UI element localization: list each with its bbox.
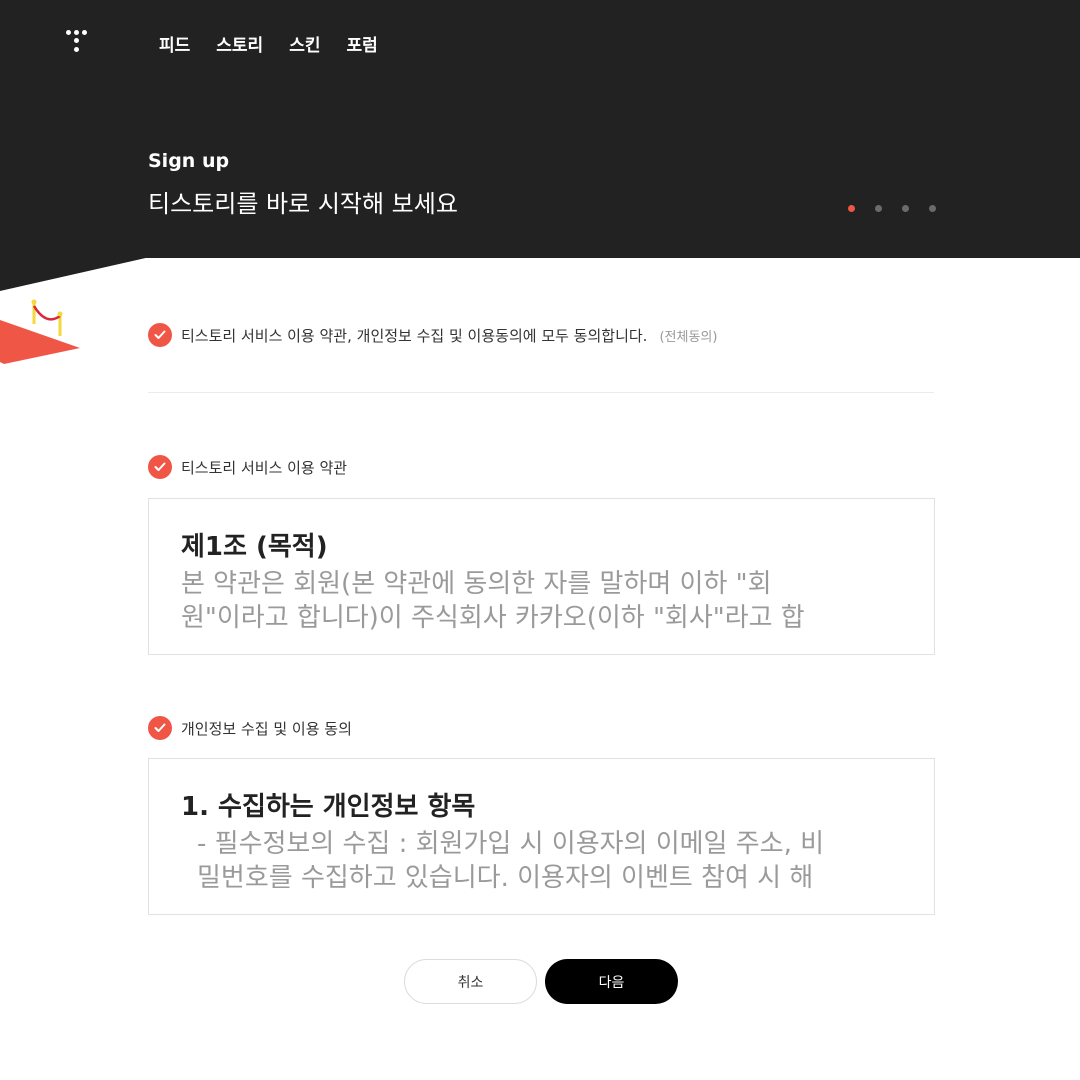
privacy-agree-row[interactable]: 개인정보 수집 및 이용 동의 (148, 716, 352, 740)
signup-header: 피드 스토리 스킨 포럼 Sign up 티스토리를 바로 시작해 보세요 (0, 0, 1080, 258)
step-dot-2 (875, 205, 882, 212)
terms-label: 티스토리 서비스 이용 약관 (181, 458, 348, 477)
privacy-label: 개인정보 수집 및 이용 동의 (181, 719, 352, 738)
step-dot-4 (929, 205, 936, 212)
terms-line: 원"이라고 합니다)이 주식회사 카카오(이하 "회사"라고 합 (181, 603, 805, 633)
privacy-checkbox[interactable] (148, 716, 172, 740)
nav-item-forum[interactable]: 포럼 (346, 31, 377, 56)
divider (148, 392, 934, 393)
check-icon (154, 723, 166, 732)
cancel-button[interactable]: 취소 (404, 959, 537, 1004)
privacy-line: - 필수정보의 수집 : 회원가입 시 이용자의 이메일 주소, 비 (197, 829, 825, 859)
nav-item-story[interactable]: 스토리 (216, 31, 263, 56)
terms-textbox[interactable]: 제1조 (목적) 본 약관은 회원(본 약관에 동의한 자를 말하며 이하 "회… (148, 498, 935, 655)
step-dot-1 (848, 205, 855, 212)
page-subtitle: Sign up (148, 150, 230, 172)
next-button[interactable]: 다음 (545, 959, 678, 1004)
terms-line: 본 약관은 회원(본 약관에 동의한 자를 말하며 이하 "회 (181, 569, 772, 599)
privacy-heading: 1. 수집하는 개인정보 항목 (181, 792, 476, 822)
check-icon (154, 330, 166, 339)
nav-item-skin[interactable]: 스킨 (289, 31, 320, 56)
nav-item-feed[interactable]: 피드 (159, 31, 190, 56)
agree-all-hint: (전체동의) (659, 329, 718, 345)
red-carpet-illustration (0, 299, 80, 364)
check-icon (154, 462, 166, 471)
step-indicator (848, 205, 936, 212)
header-slope-decoration (0, 257, 150, 291)
terms-checkbox[interactable] (148, 455, 172, 479)
agree-all-checkbox[interactable] (148, 323, 172, 347)
terms-agree-row[interactable]: 티스토리 서비스 이용 약관 (148, 455, 347, 479)
agree-all-row[interactable]: 티스토리 서비스 이용 약관, 개인정보 수집 및 이용동의에 모두 동의합니다… (148, 323, 717, 347)
step-dot-3 (902, 205, 909, 212)
privacy-textbox[interactable]: 1. 수집하는 개인정보 항목 - 필수정보의 수집 : 회원가입 시 이용자의… (148, 758, 935, 915)
page-title: 티스토리를 바로 시작해 보세요 (148, 190, 458, 218)
main-nav: 피드 스토리 스킨 포럼 (159, 31, 378, 56)
agree-all-label: 티스토리 서비스 이용 약관, 개인정보 수집 및 이용동의에 모두 동의합니다… (181, 326, 648, 345)
terms-heading: 제1조 (목적) (181, 532, 328, 562)
privacy-line: 밀번호를 수집하고 있습니다. 이용자의 이벤트 참여 시 해 (197, 863, 814, 893)
tistory-logo-icon[interactable] (66, 30, 94, 58)
